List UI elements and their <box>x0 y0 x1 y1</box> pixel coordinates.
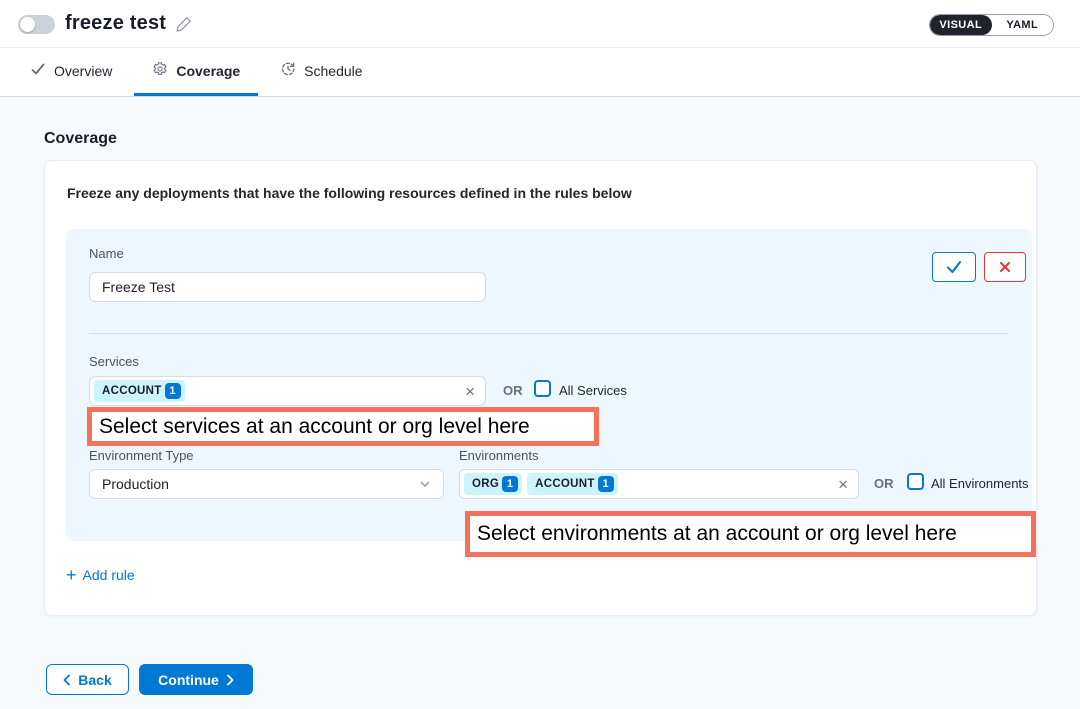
environment-type-select[interactable]: Production <box>89 469 444 499</box>
chevron-left-icon <box>63 674 71 686</box>
service-tag-count-badge: 1 <box>165 383 181 399</box>
all-services-checkbox[interactable] <box>534 380 551 397</box>
edit-pencil-icon[interactable] <box>176 15 193 32</box>
environment-tag-text: ORG <box>472 478 499 490</box>
view-mode-toggle: VISUAL YAML <box>929 14 1054 36</box>
add-rule-label: Add rule <box>83 567 135 583</box>
environments-input[interactable]: ORG 1 ACCOUNT 1 × <box>459 469 859 499</box>
gear-icon <box>152 61 168 80</box>
tab-coverage-label: Coverage <box>176 63 240 79</box>
tab-overview-label: Overview <box>54 63 112 79</box>
confirm-rule-button[interactable] <box>932 252 976 282</box>
back-button[interactable]: Back <box>46 664 129 695</box>
delete-rule-button[interactable] <box>984 252 1026 282</box>
environment-type-label: Environment Type <box>89 448 194 463</box>
environment-tag-text: ACCOUNT <box>535 478 595 490</box>
back-button-label: Back <box>78 672 111 688</box>
all-environments-checkbox[interactable] <box>907 473 924 490</box>
service-tag-account[interactable]: ACCOUNT 1 <box>94 380 185 402</box>
section-title: Coverage <box>44 130 117 148</box>
rule-panel: Name Services ACCOUNT 1 × OR All Service… <box>66 229 1032 541</box>
page-title: freeze test <box>65 12 166 35</box>
header: freeze test VISUAL YAML <box>0 0 1080 48</box>
divider <box>89 333 1008 334</box>
environments-label: Environments <box>459 448 538 463</box>
all-services-label: All Services <box>559 383 627 398</box>
environments-or-label: OR <box>874 476 894 491</box>
plus-icon: + <box>66 566 77 584</box>
freeze-enabled-toggle[interactable] <box>18 15 55 34</box>
services-label: Services <box>89 354 139 369</box>
services-input[interactable]: ACCOUNT 1 × <box>89 376 486 406</box>
environment-tag-org[interactable]: ORG 1 <box>464 473 522 495</box>
clear-services-icon[interactable]: × <box>465 383 475 400</box>
chevron-right-icon <box>226 674 234 686</box>
clock-refresh-icon <box>280 61 296 80</box>
all-environments-label: All Environments <box>931 476 1029 491</box>
card-description: Freeze any deployments that have the fol… <box>67 185 632 201</box>
environments-annotation: Select environments at an account or org… <box>465 511 1036 557</box>
tab-schedule[interactable]: Schedule <box>262 48 380 96</box>
services-annotation: Select services at an account or org lev… <box>87 407 599 446</box>
toggle-knob <box>20 17 35 32</box>
tab-bar: Overview Coverage Schedule <box>0 48 1080 97</box>
environment-tag-account[interactable]: ACCOUNT 1 <box>527 473 618 495</box>
yaml-toggle-button[interactable]: YAML <box>992 15 1054 35</box>
continue-button-label: Continue <box>158 672 219 688</box>
environment-tag-count-badge: 1 <box>502 476 518 492</box>
chevron-down-icon <box>419 478 431 490</box>
continue-button[interactable]: Continue <box>139 664 253 695</box>
visual-toggle-button[interactable]: VISUAL <box>930 15 992 35</box>
services-or-label: OR <box>503 383 523 398</box>
tab-overview[interactable]: Overview <box>12 48 130 96</box>
check-icon <box>30 61 46 80</box>
rule-name-input[interactable] <box>89 272 486 302</box>
tab-coverage[interactable]: Coverage <box>134 48 258 96</box>
app-root: freeze test VISUAL YAML Overview Coverag… <box>0 0 1080 709</box>
tab-schedule-label: Schedule <box>304 63 362 79</box>
service-tag-text: ACCOUNT <box>102 385 162 397</box>
name-label: Name <box>89 246 124 261</box>
clear-environments-icon[interactable]: × <box>838 476 848 493</box>
environment-tag-count-badge: 1 <box>598 476 614 492</box>
environment-type-value: Production <box>102 476 169 492</box>
add-rule-button[interactable]: + Add rule <box>66 566 135 584</box>
